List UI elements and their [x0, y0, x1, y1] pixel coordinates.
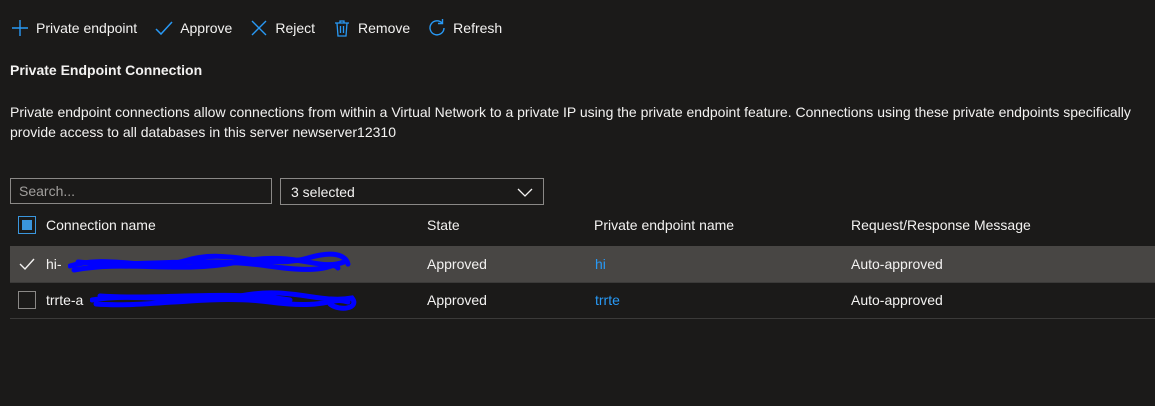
- request-response-message: Auto-approved: [851, 292, 943, 308]
- close-icon: [251, 20, 267, 36]
- connection-state: Approved: [427, 256, 487, 272]
- column-header-private-endpoint-name[interactable]: Private endpoint name: [594, 217, 734, 233]
- column-header-message[interactable]: Request/Response Message: [851, 217, 1031, 233]
- search-input[interactable]: [10, 178, 272, 204]
- refresh-label: Refresh: [453, 20, 503, 36]
- description-line-1: Private endpoint connections allow conne…: [10, 104, 1131, 120]
- reject-label: Reject: [275, 20, 316, 36]
- request-response-message: Auto-approved: [851, 256, 943, 272]
- state-filter-value: 3 selected: [291, 183, 355, 200]
- private-endpoint-link[interactable]: hi: [595, 256, 606, 272]
- redaction-scribble: [68, 251, 351, 273]
- connection-name: hi-: [46, 256, 62, 272]
- trash-icon: [335, 20, 350, 37]
- description-line-2: provide access to all databases in this …: [10, 124, 396, 140]
- row-checkbox[interactable]: [18, 291, 36, 309]
- column-header-connection-name[interactable]: Connection name: [46, 217, 156, 233]
- chevron-down-icon: [517, 188, 533, 197]
- state-filter-dropdown[interactable]: 3 selected: [280, 178, 544, 205]
- approve-label: Approve: [180, 20, 233, 36]
- table-row[interactable]: trrte-a Approved trrte Auto-approved: [10, 282, 1155, 319]
- redaction-scribble: [90, 290, 357, 311]
- checkmark-icon: [155, 21, 173, 36]
- refresh-button[interactable]: Refresh: [427, 18, 502, 38]
- add-private-endpoint-button[interactable]: Private endpoint: [10, 18, 137, 38]
- column-header-state[interactable]: State: [427, 217, 460, 233]
- remove-button[interactable]: Remove: [332, 18, 410, 38]
- select-all-checkbox[interactable]: [18, 216, 36, 234]
- refresh-icon: [429, 19, 445, 36]
- reject-button[interactable]: Reject: [249, 18, 315, 38]
- connection-state: Approved: [427, 292, 487, 308]
- private-endpoint-link[interactable]: trrte: [595, 292, 620, 308]
- remove-label: Remove: [358, 20, 411, 36]
- table-header: Connection name State Private endpoint n…: [10, 207, 1155, 244]
- command-bar: Private endpoint Approve Reject Remove R…: [10, 14, 519, 42]
- approve-button[interactable]: Approve: [154, 18, 232, 38]
- connection-name: trrte-a: [46, 292, 84, 308]
- plus-icon: [12, 20, 28, 36]
- section-description: Private endpoint connections allow conne…: [10, 102, 1155, 142]
- private-endpoint-label: Private endpoint: [36, 20, 138, 36]
- table-row[interactable]: hi- Approved hi Auto-approved: [10, 246, 1155, 283]
- row-checkmark-icon[interactable]: [19, 257, 35, 271]
- section-title: Private Endpoint Connection: [10, 62, 203, 78]
